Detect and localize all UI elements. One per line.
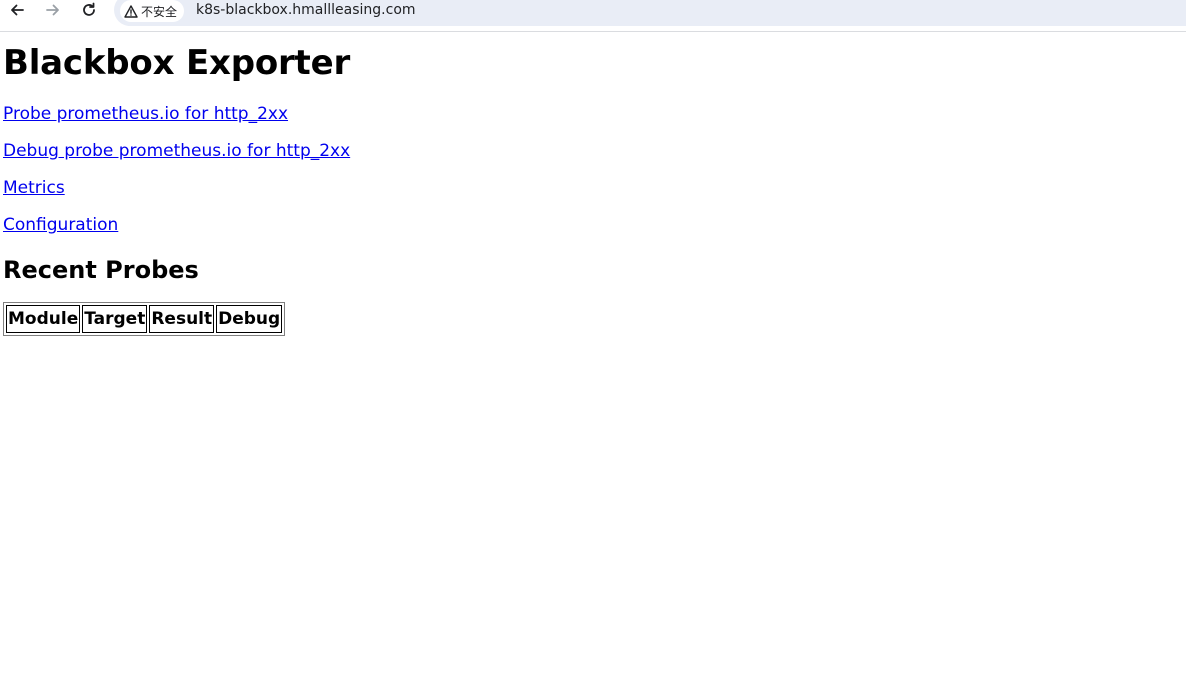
metrics-link-row: Metrics [3, 170, 1186, 207]
url-text[interactable]: k8s-blackbox.hmallleasing.com [196, 0, 416, 20]
recent-probes-table: Module Target Result Debug [3, 302, 286, 336]
forward-arrow-icon [46, 4, 59, 16]
column-header-module: Module [6, 305, 81, 333]
back-button[interactable] [5, 0, 29, 20]
column-header-debug: Debug [216, 305, 283, 333]
probe-link[interactable]: Probe prometheus.io for http_2xx [3, 104, 288, 124]
page-content: Blackbox Exporter Probe prometheus.io fo… [3, 40, 1186, 336]
reload-button[interactable] [77, 0, 101, 20]
table-header-row: Module Target Result Debug [6, 305, 283, 333]
security-indicator[interactable]: 不安全 [120, 0, 185, 22]
column-header-result: Result [149, 305, 215, 333]
forward-button[interactable] [41, 0, 65, 20]
metrics-link[interactable]: Metrics [3, 178, 65, 198]
page-title: Blackbox Exporter [3, 43, 351, 83]
debug-probe-link[interactable]: Debug probe prometheus.io for http_2xx [3, 141, 350, 161]
browser-toolbar: 不安全 k8s-blackbox.hmallleasing.com [0, 0, 1186, 32]
warning-icon [124, 4, 138, 18]
address-bar[interactable]: 不安全 k8s-blackbox.hmallleasing.com [114, 0, 1186, 26]
security-label: 不安全 [141, 4, 178, 19]
back-arrow-icon [11, 4, 24, 16]
recent-probes-heading: Recent Probes [3, 256, 199, 284]
probe-link-row: Probe prometheus.io for http_2xx [3, 96, 1186, 133]
configuration-link[interactable]: Configuration [3, 215, 118, 235]
configuration-link-row: Configuration [3, 207, 1186, 244]
column-header-target: Target [82, 305, 148, 333]
reload-icon [83, 2, 95, 16]
debug-probe-link-row: Debug probe prometheus.io for http_2xx [3, 133, 1186, 170]
